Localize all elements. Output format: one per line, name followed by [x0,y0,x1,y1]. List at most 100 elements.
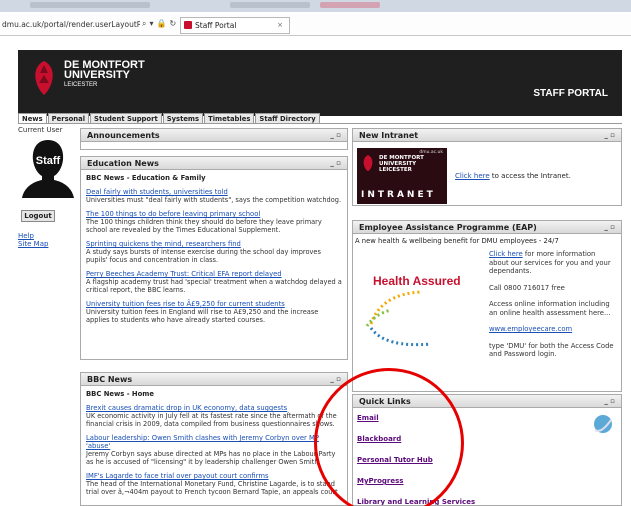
help-link[interactable]: Help [18,232,48,240]
news-link[interactable]: Sprinting quickens the mind, researchers… [86,240,342,248]
eap-paragraph-5: type 'DMU' for both the Access Code and … [489,341,614,359]
list-item: Brexit causes dramatic drop in UK econom… [86,404,342,428]
address-bar-icons: ⌕▾🔒↻ [142,19,179,29]
logo-line-3: LEICESTER [64,82,98,88]
logout-button[interactable]: Logout [21,210,55,222]
education-news-panel: Education News _ ▫ BBC News - Education … [80,156,348,360]
list-item: Sprinting quickens the mind, researchers… [86,240,342,264]
quick-links-header: Quick Links _ ▫ [353,395,621,408]
eap-phone: Call 0800 716017 free [489,283,565,292]
eap-content: Health Assured Click here for more infor… [353,248,621,391]
avatar-label: Staff [36,155,61,167]
browser-tab[interactable]: Staff Portal × [180,17,290,34]
eap-paragraph-1: Click here for more information about ou… [489,250,614,276]
url-field[interactable]: dmu.ac.uk/portal/render.userLayoutRoot [0,18,140,32]
quick-links-panel: Quick Links _ ▫ Email Blackboard Persona… [352,394,622,506]
announcements-title: Announcements [87,131,160,140]
portal-title: STAFF PORTAL [533,88,608,99]
refresh-icon[interactable]: ↻ [169,19,179,28]
intranet-text: Click here to access the Intranet. [455,172,571,180]
news-desc: Jeremy Corbyn says abuse directed at MPs… [86,450,336,466]
favicon-icon [184,21,192,29]
list-item: IMF's Lagarde to face trial over payout … [86,472,342,496]
health-assured-text: Health Assured [373,274,461,288]
news-link[interactable]: IMF's Lagarde to face trial over payout … [86,472,342,480]
left-sidebar: Current User Staff Logout Help Site Map [18,126,76,248]
education-news-subheading: BBC News - Education & Family [86,174,206,182]
list-item: Deal fairly with students, universities … [86,188,342,204]
intranet-logo-line-3: LEICESTER [379,167,412,173]
eap-details: Click here for more information about ou… [489,250,614,367]
header-banner: DE MONTFORT UNIVERSITY LEICESTER STAFF P… [18,50,622,116]
list-item: Perry Beeches Academy Trust: Critical EF… [86,270,342,294]
quick-link-personal-tutor-hub[interactable]: Personal Tutor Hub [357,456,617,464]
news-link[interactable]: Deal fairly with students, universities … [86,188,342,196]
education-news-title: Education News [87,159,159,168]
intranet-panel: New Intranet _ ▫ dmu.ac.uk DE MONTFORT UN… [352,128,622,206]
news-desc: Universities must "deal fairly with stud… [86,196,342,204]
eap-click-here-link[interactable]: Click here [489,250,523,258]
lock-icon[interactable]: 🔒 [157,19,170,28]
news-link[interactable]: University tuition fees rise to Â£9,250 … [86,300,342,308]
browser-title-bar [0,0,631,12]
intranet-logo[interactable]: dmu.ac.uk DE MONTFORT UNIVERSITY LEICESTER… [357,148,447,204]
intranet-logo-text: DE MONTFORT UNIVERSITY LEICESTER [379,155,424,173]
intranet-logo-word: INTRANET [361,190,436,200]
education-news-header: Education News _ ▫ [81,157,347,170]
intranet-rest-text: to access the Intranet. [489,172,571,180]
intranet-header: New Intranet _ ▫ [353,129,621,142]
quick-link-library[interactable]: Library and Learning Services [357,498,617,505]
avatar: Staff [22,140,74,198]
bbc-news-subheading: BBC News - Home [86,390,154,398]
eap-paragraph-3: Access online information including an o… [489,300,611,317]
news-desc: A study says bursts of intense exercise … [86,248,321,264]
quick-link-blackboard[interactable]: Blackboard [357,435,617,443]
dropdown-icon[interactable]: ▾ [149,19,156,28]
dmu-crest-icon [363,155,373,171]
announcements-header: Announcements _ ▫ [81,129,347,142]
left-links: Help Site Map [18,232,48,248]
university-logo-text[interactable]: DE MONTFORT UNIVERSITY LEICESTER [64,60,145,90]
quick-links-list: Email Blackboard Personal Tutor Hub MyPr… [353,408,621,505]
browser-address-bar: dmu.ac.uk/portal/render.userLayoutRoot ⌕… [0,14,631,36]
eap-title: Employee Assistance Programme (EAP) [359,223,537,232]
bbc-news-title: BBC News [87,375,133,384]
bbc-news-header: BBC News _ ▫ [81,373,347,386]
globe-icon [594,415,612,433]
site-map-link[interactable]: Site Map [18,240,48,248]
panel-controls-icon[interactable]: _ ▫ [330,129,341,142]
panel-controls-icon[interactable]: _ ▫ [604,395,615,408]
news-link[interactable]: Perry Beeches Academy Trust: Critical EF… [86,270,342,278]
quick-link-myprogress[interactable]: MyProgress [357,477,617,485]
panel-controls-icon[interactable]: _ ▫ [330,373,341,386]
news-link[interactable]: Brexit causes dramatic drop in UK econom… [86,404,342,412]
list-item: University tuition fees rise to Â£9,250 … [86,300,342,324]
dmu-crest-icon [35,61,53,95]
logo-line-2: UNIVERSITY [64,69,131,81]
panel-controls-icon[interactable]: _ ▫ [604,129,615,142]
tab-title: Staff Portal [195,21,237,30]
panel-controls-icon[interactable]: _ ▫ [330,157,341,170]
education-news-body: BBC News - Education & Family Deal fairl… [81,170,347,334]
news-link[interactable]: The 100 things to do before leaving prim… [86,210,342,218]
news-desc: The head of the International Monetary F… [86,480,338,496]
list-item: The 100 things to do before leaving prim… [86,210,342,234]
news-desc: The 100 things children think they shoul… [86,218,322,234]
eap-panel: Employee Assistance Programme (EAP) _ ▫ … [352,220,622,392]
current-user-label: Current User [18,126,63,134]
health-assured-logo[interactable] [361,284,481,354]
news-desc: A flagship academy trust had 'special' t… [86,278,342,294]
intranet-row: dmu.ac.uk DE MONTFORT UNIVERSITY LEICESTER… [353,142,621,205]
news-link[interactable]: Labour leadership: Owen Smith clashes wi… [86,434,342,450]
quick-link-email[interactable]: Email [357,414,617,422]
news-desc: University tuition fees in England will … [86,308,319,324]
close-icon[interactable]: × [277,18,283,33]
employeecare-link[interactable]: www.employeecare.com [489,325,572,333]
intranet-click-here-link[interactable]: Click here [455,172,490,180]
eap-header: Employee Assistance Programme (EAP) _ ▫ [353,221,621,234]
list-item: Labour leadership: Owen Smith clashes wi… [86,434,342,466]
quick-links-title: Quick Links [359,397,411,406]
news-desc: UK economic activity in July fell at its… [86,412,337,428]
panel-controls-icon[interactable]: _ ▫ [604,221,615,234]
eap-intro: A new health & wellbeing benefit for DMU… [355,237,559,245]
